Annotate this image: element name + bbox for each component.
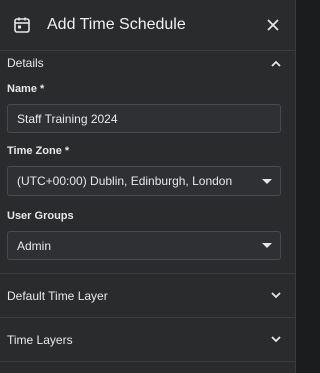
time-zone-value: (UTC+00:00) Dublin, Edinburgh, London <box>17 174 233 188</box>
time-layers-section-header[interactable]: Time Layers <box>0 318 295 362</box>
chevron-down-icon <box>262 178 272 184</box>
panel-title: Add Time Schedule <box>47 16 186 33</box>
chevron-down-icon <box>271 292 281 299</box>
details-section-label: Details <box>7 56 44 70</box>
user-groups-value: Admin <box>17 238 52 253</box>
details-section-body: Name * Staff Training 2024 Time Zone * (… <box>0 74 295 274</box>
add-time-schedule-panel: Add Time Schedule Details Name * Staff T… <box>0 0 296 373</box>
calendar-icon <box>13 16 31 34</box>
name-field[interactable]: Staff Training 2024 <box>7 104 281 133</box>
chevron-up-icon <box>271 60 281 67</box>
chevron-down-icon <box>271 336 281 343</box>
chevron-down-icon <box>262 243 272 248</box>
time-zone-label: Time Zone * <box>7 145 70 157</box>
user-groups-select[interactable]: Admin <box>7 231 281 260</box>
default-time-layer-label: Default Time Layer <box>7 288 108 303</box>
time-layers-label: Time Layers <box>7 332 73 347</box>
close-button[interactable] <box>261 13 285 37</box>
time-zone-select[interactable]: (UTC+00:00) Dublin, Edinburgh, London <box>7 166 281 196</box>
details-section-header[interactable]: Details <box>0 52 295 74</box>
panel-header: Add Time Schedule <box>0 0 295 51</box>
user-groups-label: User Groups <box>7 210 74 222</box>
default-time-layer-section-header[interactable]: Default Time Layer <box>0 274 295 318</box>
close-icon <box>267 19 279 31</box>
name-label: Name * <box>7 83 45 95</box>
